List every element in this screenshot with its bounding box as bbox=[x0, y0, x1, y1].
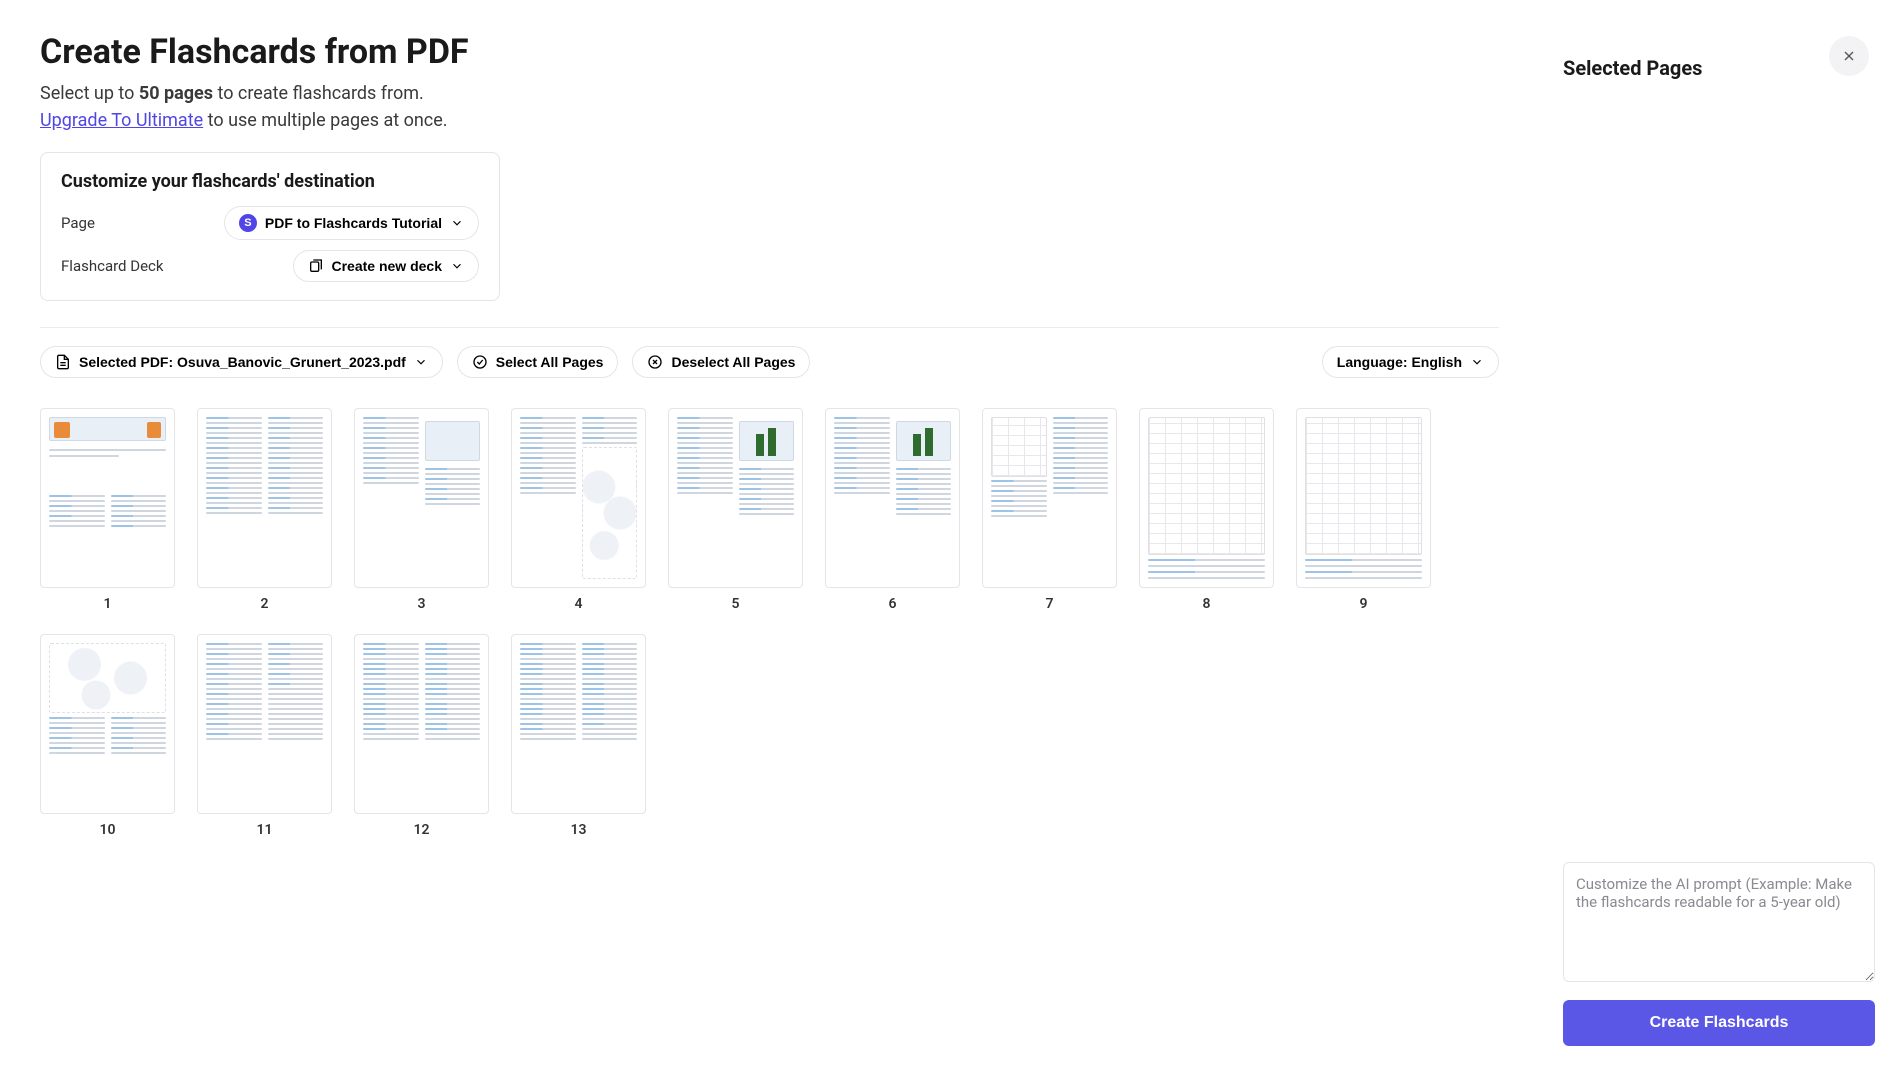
page-number: 3 bbox=[418, 596, 426, 612]
page-badge-icon: S bbox=[239, 214, 257, 232]
page-number: 1 bbox=[104, 596, 112, 612]
page-number: 8 bbox=[1203, 596, 1211, 612]
page-thumb[interactable]: 9 bbox=[1296, 408, 1431, 612]
page-thumb-preview bbox=[1139, 408, 1274, 588]
language-select[interactable]: Language: English bbox=[1322, 346, 1499, 378]
destination-page-row: Page S PDF to Flashcards Tutorial bbox=[61, 206, 479, 240]
page-thumb[interactable]: 5 bbox=[668, 408, 803, 612]
chevron-down-icon bbox=[1470, 355, 1484, 369]
flashcards-modal: Create Flashcards from PDF Select up to … bbox=[0, 0, 1899, 1070]
subtitle: Select up to 50 pages to create flashcar… bbox=[40, 80, 1499, 107]
page-number: 2 bbox=[261, 596, 269, 612]
selected-pages-area bbox=[1563, 92, 1875, 862]
page-thumb[interactable]: 12 bbox=[354, 634, 489, 838]
deselect-all-button[interactable]: Deselect All Pages bbox=[632, 346, 810, 378]
chevron-down-icon bbox=[414, 355, 428, 369]
page-thumb-preview bbox=[511, 408, 646, 588]
page-thumb[interactable]: 13 bbox=[511, 634, 646, 838]
page-thumb-preview bbox=[197, 408, 332, 588]
page-number: 13 bbox=[571, 822, 587, 838]
destination-deck-label: Flashcard Deck bbox=[61, 257, 164, 275]
page-thumb[interactable]: 6 bbox=[825, 408, 960, 612]
subtitle-pagecount: 50 pages bbox=[139, 83, 213, 104]
chevron-down-icon bbox=[450, 259, 464, 273]
destination-title: Customize your flashcards' destination bbox=[61, 171, 479, 192]
destination-deck-select[interactable]: Create new deck bbox=[293, 250, 480, 282]
x-circle-icon bbox=[647, 354, 663, 370]
page-thumb[interactable]: 3 bbox=[354, 408, 489, 612]
language-text: Language: English bbox=[1337, 354, 1462, 370]
main-panel: Create Flashcards from PDF Select up to … bbox=[0, 0, 1539, 1070]
document-icon bbox=[55, 354, 71, 370]
page-title: Create Flashcards from PDF bbox=[40, 32, 1499, 72]
selected-pdf-text: Selected PDF: Osuva_Banovic_Grunert_2023… bbox=[79, 354, 406, 370]
page-thumb-preview bbox=[40, 408, 175, 588]
destination-page-label: Page bbox=[61, 214, 95, 232]
deck-plus-icon bbox=[308, 258, 324, 274]
upgrade-post: to use multiple pages at once. bbox=[203, 110, 447, 131]
selected-pages-title: Selected Pages bbox=[1563, 56, 1875, 80]
destination-card: Customize your flashcards' destination P… bbox=[40, 152, 500, 301]
toolbar: Selected PDF: Osuva_Banovic_Grunert_2023… bbox=[40, 346, 1499, 378]
destination-page-value: PDF to Flashcards Tutorial bbox=[265, 215, 442, 231]
page-thumb-preview bbox=[825, 408, 960, 588]
page-thumb-preview bbox=[354, 408, 489, 588]
upgrade-line: Upgrade To Ultimate to use multiple page… bbox=[40, 107, 1499, 134]
close-button[interactable] bbox=[1829, 36, 1869, 76]
create-flashcards-button[interactable]: Create Flashcards bbox=[1563, 1000, 1875, 1046]
upgrade-link[interactable]: Upgrade To Ultimate bbox=[40, 110, 203, 131]
page-thumb-preview bbox=[668, 408, 803, 588]
select-all-button[interactable]: Select All Pages bbox=[457, 346, 619, 378]
destination-deck-row: Flashcard Deck Create new deck bbox=[61, 250, 479, 282]
page-number: 9 bbox=[1360, 596, 1368, 612]
chevron-down-icon bbox=[450, 216, 464, 230]
prompt-textarea[interactable] bbox=[1563, 862, 1875, 982]
page-number: 5 bbox=[732, 596, 740, 612]
page-thumb[interactable]: 8 bbox=[1139, 408, 1274, 612]
page-number: 7 bbox=[1046, 596, 1054, 612]
page-thumb-preview bbox=[511, 634, 646, 814]
select-all-label: Select All Pages bbox=[496, 354, 604, 370]
page-thumb-preview bbox=[354, 634, 489, 814]
page-thumb[interactable]: 2 bbox=[197, 408, 332, 612]
page-thumb[interactable]: 11 bbox=[197, 634, 332, 838]
selected-pdf-dropdown[interactable]: Selected PDF: Osuva_Banovic_Grunert_2023… bbox=[40, 346, 443, 378]
side-panel: Selected Pages Create Flashcards bbox=[1539, 0, 1899, 1070]
page-number: 12 bbox=[414, 822, 430, 838]
destination-page-select[interactable]: S PDF to Flashcards Tutorial bbox=[224, 206, 479, 240]
close-icon bbox=[1841, 48, 1857, 64]
page-number: 4 bbox=[575, 596, 583, 612]
pages-grid: 1 2 3 4 bbox=[40, 408, 1499, 838]
page-number: 10 bbox=[100, 822, 116, 838]
page-thumb-preview bbox=[40, 634, 175, 814]
page-thumb-preview bbox=[982, 408, 1117, 588]
deselect-all-label: Deselect All Pages bbox=[671, 354, 795, 370]
page-thumb[interactable]: 10 bbox=[40, 634, 175, 838]
divider bbox=[40, 327, 1499, 328]
page-thumb[interactable]: 7 bbox=[982, 408, 1117, 612]
page-number: 6 bbox=[889, 596, 897, 612]
page-thumb-preview bbox=[197, 634, 332, 814]
page-thumb[interactable]: 1 bbox=[40, 408, 175, 612]
page-number: 11 bbox=[257, 822, 273, 838]
subtitle-pre: Select up to bbox=[40, 83, 139, 104]
page-thumb[interactable]: 4 bbox=[511, 408, 646, 612]
check-circle-icon bbox=[472, 354, 488, 370]
page-thumb-preview bbox=[1296, 408, 1431, 588]
destination-deck-value: Create new deck bbox=[332, 258, 443, 274]
subtitle-post: to create flashcards from. bbox=[213, 83, 424, 104]
